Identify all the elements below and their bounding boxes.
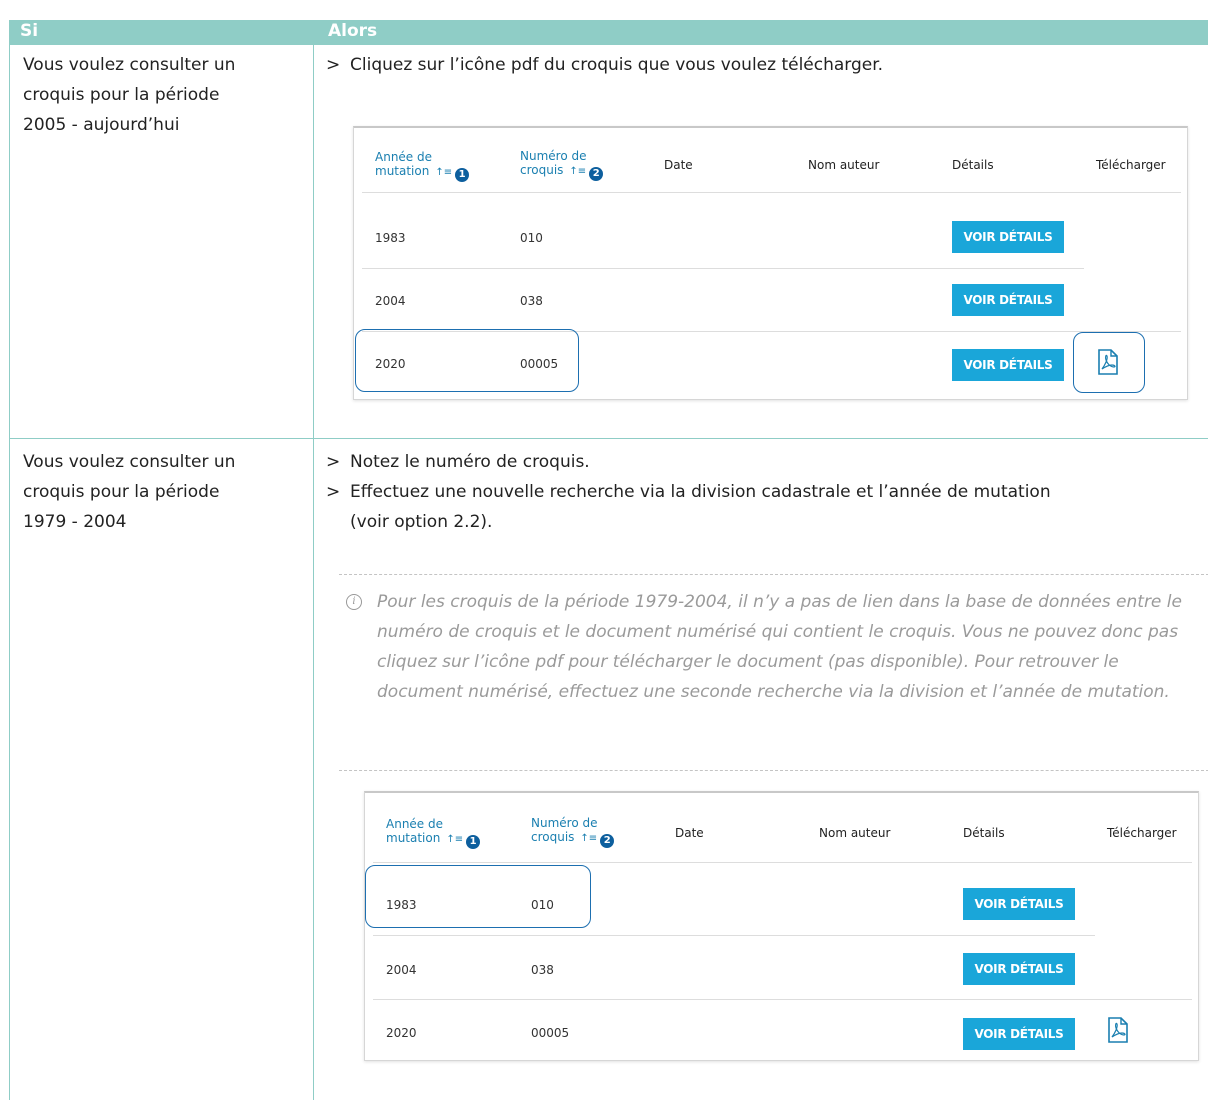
row1-condition-line: Vous voulez consulter un	[23, 55, 236, 75]
column-divider	[313, 20, 314, 1100]
cell-numero: 038	[531, 963, 554, 977]
sort-order-badge: 2	[589, 167, 604, 181]
row2-condition-line: croquis pour la période	[23, 482, 220, 502]
cell-numero: 010	[520, 231, 543, 245]
highlight-frame	[1073, 332, 1145, 393]
row1-condition-line: 2005 - aujourd’hui	[23, 115, 180, 135]
col-details-header: Détails	[952, 158, 994, 172]
col-numero-label: croquis	[531, 830, 575, 844]
instruction-table: Si Alors Vous voulez consulter un croqui…	[9, 20, 1208, 1100]
row2-instruction-continuation: (voir option 2.2).	[350, 512, 493, 532]
row2-instruction-1: > Notez le numéro de croquis.	[326, 447, 590, 477]
row1-instruction: > Cliquez sur l’icône pdf du croquis que …	[326, 50, 883, 80]
row1-instruction-text: Cliquez sur l’icône pdf du croquis que v…	[350, 55, 884, 75]
col-annee-header[interactable]: Année de mutation ↑≡ 1	[375, 150, 470, 182]
voir-details-button[interactable]: VOIR DÉTAILS	[952, 284, 1064, 316]
row1-condition: Vous voulez consulter un croquis pour la…	[23, 50, 303, 140]
sort-ascending-icon[interactable]: ↑≡	[569, 166, 586, 177]
bullet-marker: >	[326, 452, 341, 472]
col-numero-header[interactable]: Numéro de croquis ↑≡ 2	[531, 816, 615, 848]
row2-condition-line: Vous voulez consulter un	[23, 452, 236, 472]
col-date-header: Date	[664, 158, 693, 172]
cell-annee: 2004	[386, 963, 417, 977]
row2-instruction-text: Effectuez une nouvelle recherche via la …	[350, 482, 1051, 502]
col-annee-label: Année de	[375, 150, 432, 164]
result-table-screenshot-2: Année de mutation ↑≡ 1 Numéro de croquis ↑≡…	[364, 791, 1199, 1061]
row-divider	[362, 268, 1084, 269]
col-date-header: Date	[675, 826, 704, 840]
col-numero-label: croquis	[520, 163, 564, 177]
sort-ascending-icon[interactable]: ↑≡	[446, 834, 463, 845]
cell-annee: 2004	[375, 294, 406, 308]
header-alors: Alors	[328, 21, 378, 41]
header-si: Si	[20, 21, 39, 41]
highlight-frame	[365, 865, 591, 928]
row-divider	[373, 999, 1192, 1000]
col-numero-label: Numéro de	[531, 816, 598, 830]
col-auteur-header: Nom auteur	[819, 826, 891, 840]
result-table-screenshot-1: Année de mutation ↑≡ 1 Numéro de croquis ↑≡…	[353, 126, 1188, 400]
row2-instruction-text: Notez le numéro de croquis.	[350, 452, 590, 472]
sort-order-badge: 2	[600, 834, 615, 848]
sort-ascending-icon[interactable]: ↑≡	[435, 167, 452, 178]
cell-annee: 2020	[386, 1026, 417, 1040]
col-telecharger-header: Télécharger	[1096, 158, 1166, 172]
voir-details-button[interactable]: VOIR DÉTAILS	[963, 1018, 1075, 1050]
col-annee-label: mutation	[375, 164, 430, 178]
bullet-marker: >	[326, 482, 341, 502]
row-divider	[362, 192, 1181, 193]
row1-condition-line: croquis pour la période	[23, 85, 220, 105]
cell-numero: 038	[520, 294, 543, 308]
info-note: i Pour les croquis de la période 1979-20…	[339, 574, 1208, 771]
col-numero-label: Numéro de	[520, 149, 587, 163]
cell-annee: 1983	[375, 231, 406, 245]
col-telecharger-header: Télécharger	[1107, 826, 1177, 840]
sort-ascending-icon[interactable]: ↑≡	[580, 833, 597, 844]
voir-details-button[interactable]: VOIR DÉTAILS	[963, 888, 1075, 920]
col-auteur-header: Nom auteur	[808, 158, 880, 172]
sort-order-badge: 1	[466, 835, 481, 849]
voir-details-button[interactable]: VOIR DÉTAILS	[952, 221, 1064, 253]
table-header: Si Alors	[10, 20, 1208, 45]
col-numero-header[interactable]: Numéro de croquis ↑≡ 2	[520, 149, 604, 181]
voir-details-button[interactable]: VOIR DÉTAILS	[952, 349, 1064, 381]
pdf-icon[interactable]	[1107, 1017, 1129, 1043]
row2-condition-line: 1979 - 2004	[23, 512, 127, 532]
col-annee-header[interactable]: Année de mutation ↑≡ 1	[386, 817, 481, 849]
info-icon: i	[346, 594, 362, 610]
row2-condition: Vous voulez consulter un croquis pour la…	[23, 447, 303, 537]
voir-details-button[interactable]: VOIR DÉTAILS	[963, 953, 1075, 985]
highlight-frame	[355, 329, 579, 392]
bullet-marker: >	[326, 55, 341, 75]
row-separator	[10, 438, 1208, 439]
info-note-text: Pour les croquis de la période 1979-2004…	[377, 592, 1182, 702]
sort-order-badge: 1	[455, 168, 470, 182]
col-details-header: Détails	[963, 826, 1005, 840]
row-divider	[373, 862, 1192, 863]
col-annee-label: mutation	[386, 831, 441, 845]
col-annee-label: Année de	[386, 817, 443, 831]
row2-instruction-2: > Effectuez une nouvelle recherche via la…	[326, 477, 1051, 507]
cell-numero: 00005	[531, 1026, 570, 1040]
row-divider	[373, 935, 1095, 936]
